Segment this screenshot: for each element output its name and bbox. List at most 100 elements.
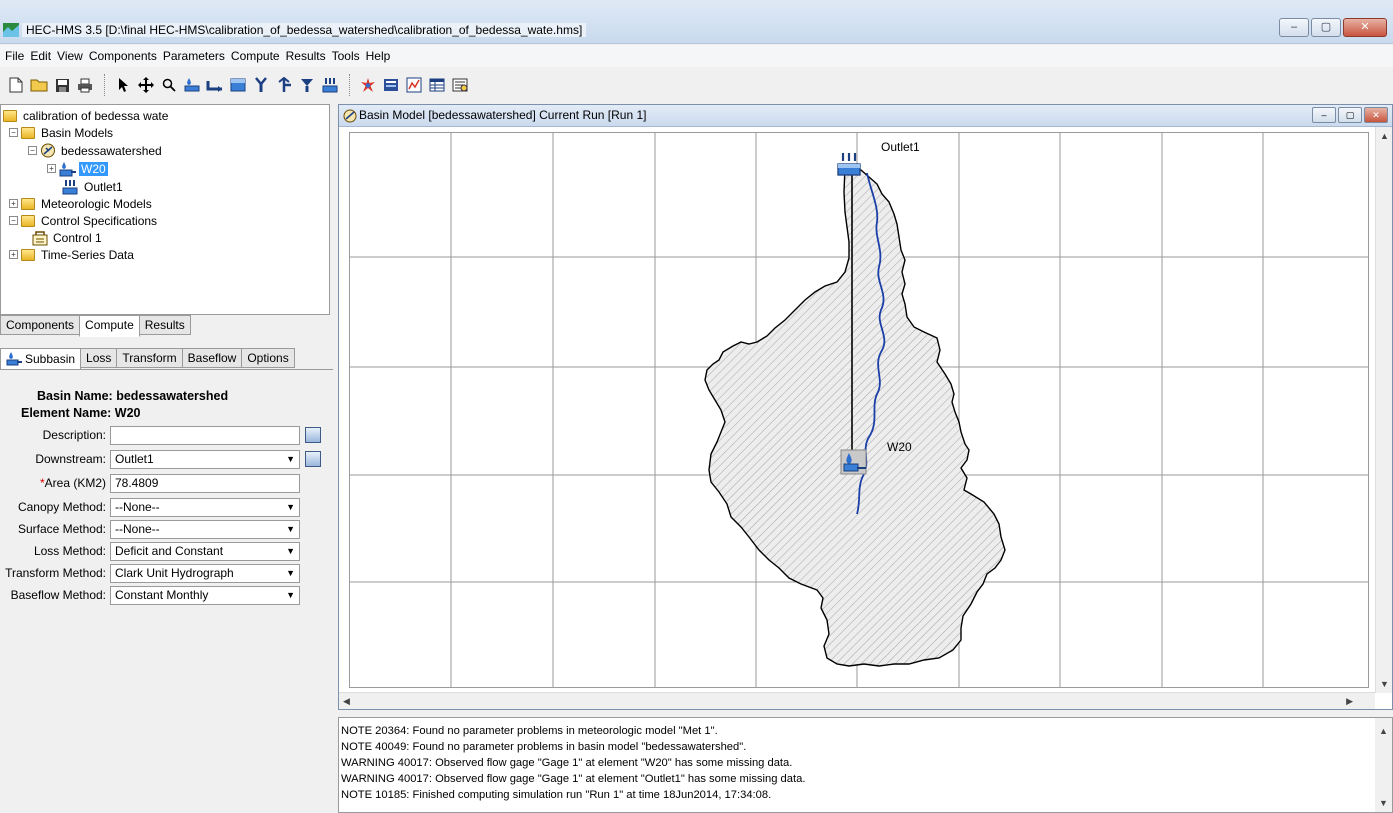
tree-outlet1[interactable]: Outlet1 [61, 178, 125, 195]
loss-method-select[interactable]: Deficit and Constant ▼ [110, 542, 300, 561]
diversion-tool-icon[interactable] [274, 75, 294, 95]
folder-icon [21, 248, 35, 261]
maximize-button[interactable]: ▢ [1311, 18, 1341, 37]
map-vertical-scrollbar[interactable]: ▲ ▼ [1375, 127, 1392, 693]
open-folder-icon[interactable] [29, 75, 49, 95]
pan-icon[interactable] [136, 75, 156, 95]
folder-icon [3, 109, 17, 122]
tree-time-series-data[interactable]: + Time-Series Data [9, 246, 136, 263]
tree-basin[interactable]: − bedessawatershed [28, 142, 164, 159]
tree-control-1[interactable]: Control 1 [32, 229, 104, 246]
area-label: *Area (KM2) [40, 476, 106, 490]
folder-icon [21, 214, 35, 227]
canopy-method-select[interactable]: --None-- ▼ [110, 498, 300, 517]
menu-results[interactable]: Results [283, 49, 329, 63]
mdi-restore-button[interactable]: ▢ [1338, 107, 1362, 123]
basin-window-title: Basin Model [bedessawatershed] Current R… [359, 108, 647, 122]
mdi-close-button[interactable]: ✕ [1364, 107, 1388, 123]
basin-name-value: bedessawatershed [116, 389, 229, 403]
baseflow-method-value: Constant Monthly [115, 588, 209, 602]
baseflow-method-select[interactable]: Constant Monthly ▼ [110, 586, 300, 605]
tree-meteorologic-label: Meteorologic Models [41, 196, 152, 211]
time-series-icon[interactable] [450, 75, 470, 95]
transform-method-select[interactable]: Clark Unit Hydrograph ▼ [110, 564, 300, 583]
menu-tools[interactable]: Tools [329, 49, 363, 63]
zoom-icon[interactable] [159, 75, 179, 95]
menu-file[interactable]: File [2, 49, 27, 63]
description-label: Description: [42, 428, 106, 442]
reach-tool-icon[interactable] [205, 75, 225, 95]
area-field[interactable]: 78.4809 [110, 474, 300, 493]
component-editor-tabs: Subbasin Loss Transform Baseflow Options [0, 348, 295, 370]
sink-tool-icon[interactable] [320, 75, 340, 95]
canopy-method-value: --None-- [115, 500, 160, 514]
menu-edit[interactable]: Edit [27, 49, 54, 63]
w20-subbasin-boundary[interactable] [704, 166, 1006, 667]
collapse-icon[interactable]: − [28, 146, 37, 155]
mdi-minimize-button[interactable]: – [1312, 107, 1336, 123]
basin-model-window: Basin Model [bedessawatershed] Current R… [338, 104, 1393, 710]
expand-icon[interactable]: + [9, 250, 18, 259]
tree-control-specifications[interactable]: − Control Specifications [9, 212, 159, 229]
menu-help[interactable]: Help [363, 49, 394, 63]
downstream-selector-icon[interactable] [305, 451, 321, 467]
expand-icon[interactable]: + [9, 199, 18, 208]
tree-subbasin-w20[interactable]: + W20 [47, 160, 108, 177]
menu-parameters[interactable]: Parameters [160, 49, 228, 63]
dropdown-arrow-icon: ▼ [286, 502, 295, 512]
element-name-value: W20 [114, 406, 141, 420]
w20-subbasin-icon[interactable] [840, 449, 867, 475]
tab-subbasin-label: Subbasin [25, 352, 76, 366]
graph-icon[interactable] [404, 75, 424, 95]
expand-icon[interactable]: + [47, 164, 56, 173]
log-vertical-scrollbar[interactable]: ▲ ▼ [1375, 718, 1392, 812]
global-summary-icon[interactable] [381, 75, 401, 95]
tab-options[interactable]: Options [241, 348, 295, 368]
subbasin-icon [6, 352, 22, 366]
tab-results[interactable]: Results [138, 315, 191, 335]
tab-baseflow[interactable]: Baseflow [181, 348, 243, 368]
new-file-icon[interactable] [6, 75, 26, 95]
close-button[interactable]: ✕ [1343, 18, 1387, 37]
basin-map-canvas[interactable]: Outlet1 W20 [349, 132, 1369, 688]
tab-compute[interactable]: Compute [79, 315, 140, 337]
arrow-select-icon[interactable] [113, 75, 133, 95]
compute-icon[interactable] [358, 75, 378, 95]
description-field[interactable] [110, 426, 300, 445]
reservoir-tool-icon[interactable] [228, 75, 248, 95]
tree-project-label: calibration of bedessa wate [23, 108, 169, 123]
loss-method-value: Deficit and Constant [115, 544, 224, 558]
toolbar-separator [104, 74, 105, 96]
scroll-up-arrow-icon[interactable]: ▲ [1379, 726, 1388, 736]
downstream-select[interactable]: Outlet1 ▼ [110, 450, 300, 469]
map-horizontal-scrollbar[interactable]: ◀ ▶ [339, 692, 1375, 709]
tab-transform[interactable]: Transform [116, 348, 183, 368]
save-icon[interactable] [52, 75, 72, 95]
tab-subbasin[interactable]: Subbasin [0, 348, 82, 370]
menu-components[interactable]: Components [86, 49, 160, 63]
scroll-right-arrow-icon[interactable]: ▶ [1346, 696, 1353, 707]
junction-tool-icon[interactable] [251, 75, 271, 95]
description-editor-icon[interactable] [305, 427, 321, 443]
tab-loss[interactable]: Loss [80, 348, 118, 368]
scroll-down-arrow-icon[interactable]: ▼ [1380, 679, 1389, 689]
subbasin-tool-icon[interactable] [182, 75, 202, 95]
element-name-label: Element Name: [21, 406, 112, 420]
tree-basin-models[interactable]: − Basin Models [9, 124, 115, 141]
tree-meteorologic-models[interactable]: + Meteorologic Models [9, 195, 154, 212]
menu-compute[interactable]: Compute [228, 49, 283, 63]
print-icon[interactable] [75, 75, 95, 95]
scroll-up-arrow-icon[interactable]: ▲ [1380, 131, 1389, 141]
scroll-left-arrow-icon[interactable]: ◀ [343, 696, 350, 707]
tree-project[interactable]: calibration of bedessa wate [3, 107, 170, 124]
menu-view[interactable]: View [54, 49, 86, 63]
collapse-icon[interactable]: − [9, 216, 18, 225]
table-icon[interactable] [427, 75, 447, 95]
surface-method-select[interactable]: --None-- ▼ [110, 520, 300, 539]
tree-outlet-label: Outlet1 [84, 179, 123, 194]
scroll-down-arrow-icon[interactable]: ▼ [1379, 798, 1388, 808]
source-tool-icon[interactable] [297, 75, 317, 95]
tab-components[interactable]: Components [0, 315, 81, 335]
collapse-icon[interactable]: − [9, 128, 18, 137]
minimize-button[interactable]: – [1279, 18, 1309, 37]
